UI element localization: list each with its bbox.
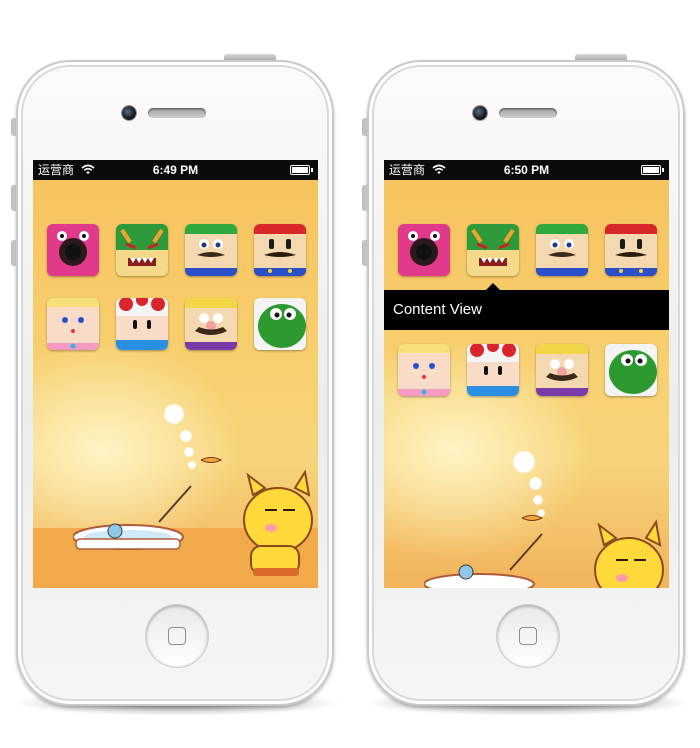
phone-left: 运营商 6:49 PM [16,60,334,706]
status-bar: 运营商 6:50 PM [384,160,669,180]
luigi-app-icon[interactable] [185,224,237,276]
mario-app-icon[interactable] [254,224,306,276]
phone-right: 运营商 6:50 PM Content View [367,60,685,706]
yoshi-app-icon[interactable] [605,344,657,396]
earpiece-speaker [148,108,206,118]
yoshi-app-icon[interactable] [254,298,306,350]
earpiece-speaker [499,108,557,118]
wario-app-icon[interactable] [536,344,588,396]
toad-app-icon[interactable] [467,344,519,396]
birdo-app-icon[interactable] [398,224,450,276]
clock: 6:49 PM [152,163,199,177]
bubble [530,478,541,489]
peach-app-icon[interactable] [47,298,99,350]
wario-app-icon[interactable] [185,298,237,350]
bubble [181,431,191,441]
fishing-cat-illustration [73,457,313,576]
fishing-cat-illustration [424,515,664,588]
front-camera [122,106,136,120]
home-button[interactable] [146,605,208,667]
battery-icon [641,165,661,175]
mario-app-icon[interactable] [605,224,657,276]
clock: 6:50 PM [503,163,550,177]
battery-icon [290,165,310,175]
screen-left: 运营商 6:49 PM [33,160,318,588]
birdo-app-icon[interactable] [47,224,99,276]
luigi-app-icon[interactable] [536,224,588,276]
bubble [165,405,183,423]
content-view-popup[interactable]: Content View [384,283,669,330]
bubble [514,452,534,472]
screen-right: 运营商 6:50 PM Content View [384,160,669,588]
status-bar: 运营商 6:49 PM [33,160,318,180]
toad-app-icon[interactable] [116,298,168,350]
bowser-app-icon[interactable] [116,224,168,276]
popup-pointer [486,283,500,290]
front-camera [473,106,487,120]
peach-app-icon[interactable] [398,344,450,396]
bowser-app-icon[interactable] [467,224,519,276]
home-button[interactable] [497,605,559,667]
popup-label: Content View [393,301,482,318]
